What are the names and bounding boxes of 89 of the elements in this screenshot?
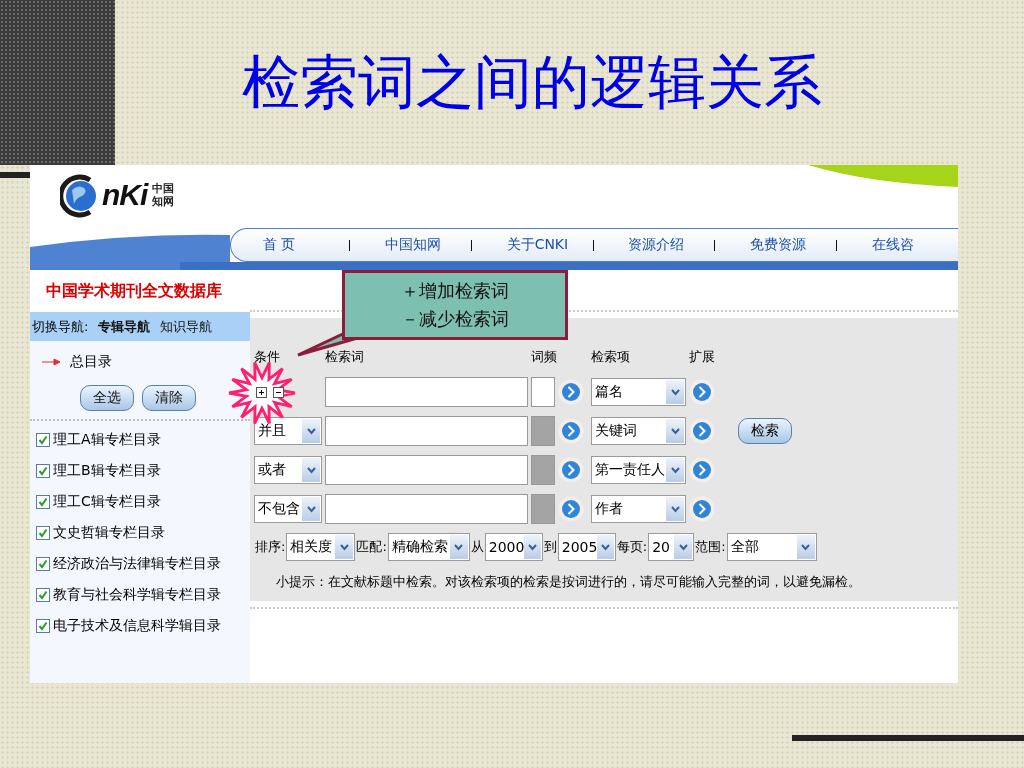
checkbox[interactable]: [36, 557, 50, 571]
arrow-circle-icon[interactable]: [689, 418, 715, 444]
chevron-icon: [524, 535, 541, 559]
sidebar-button[interactable]: 全选: [80, 385, 134, 411]
checkbox-label: 教育与社会科学辑专栏目录: [53, 586, 221, 604]
nav-link[interactable]: 首 页: [263, 236, 349, 254]
arrow-circle-icon[interactable]: [558, 496, 584, 522]
condition-select[interactable]: 不包含: [254, 495, 322, 523]
condition-select[interactable]: 并且: [254, 417, 322, 445]
search-term-field[interactable]: [325, 416, 528, 446]
column-header: 条件: [254, 348, 281, 366]
nav-link[interactable]: 中国知网: [384, 236, 471, 254]
frequency-field[interactable]: [531, 377, 555, 407]
callout-text: ＋增加检索词: [401, 279, 509, 303]
checkbox[interactable]: [36, 495, 50, 509]
chevron-icon: [666, 497, 684, 521]
chevron-icon: [796, 535, 815, 559]
chevron-icon: [666, 419, 684, 443]
chevron-icon: [302, 458, 320, 482]
option-label: 到: [542, 538, 558, 556]
column-header: 词频: [531, 348, 558, 366]
nav-link[interactable]: 资源介绍: [628, 236, 715, 254]
option-select[interactable]: 精确检索: [387, 533, 470, 561]
callout-text: －减少检索词: [401, 307, 509, 331]
arrow-circle-icon[interactable]: [689, 496, 715, 522]
chevron-icon: [666, 380, 684, 404]
option-label: 匹配:: [355, 538, 388, 556]
logo-text: nKi: [102, 178, 148, 212]
checkbox[interactable]: [36, 526, 50, 540]
arrow-circle-icon[interactable]: [689, 457, 715, 483]
arrow-circle-icon[interactable]: [558, 418, 584, 444]
arrow-circle-icon[interactable]: [558, 379, 584, 405]
chevron-icon: [597, 535, 614, 559]
column-header: 检索词: [325, 348, 365, 366]
decorative-bar: [0, 172, 30, 178]
column-header: 检索项: [591, 348, 631, 366]
field-select[interactable]: 篇名: [591, 378, 686, 406]
nav-switch-link[interactable]: 知识导航: [160, 317, 213, 336]
checkbox-label: 理工B辑专栏目录: [53, 462, 161, 480]
option-select[interactable]: 相关度: [286, 533, 356, 561]
chevron-icon: [335, 535, 354, 559]
checkbox-label: 理工A辑专栏目录: [53, 431, 161, 449]
checkbox[interactable]: [36, 619, 50, 633]
option-select[interactable]: 2000: [484, 533, 543, 561]
field-select[interactable]: 关键词: [591, 417, 686, 445]
chevron-icon: [302, 497, 320, 521]
option-label: 范围:: [694, 538, 727, 556]
chevron-icon: [302, 419, 320, 443]
logo-text: 中国: [152, 182, 175, 195]
arrow-circle-icon[interactable]: [689, 379, 715, 405]
checkbox[interactable]: [36, 464, 50, 478]
nav-link[interactable]: 关于CNKI: [506, 236, 593, 254]
switch-label: 切换导航:: [32, 317, 89, 336]
chevron-icon: [449, 535, 468, 559]
search-term-field[interactable]: [325, 455, 528, 485]
condition-select[interactable]: 或者: [254, 456, 322, 484]
column-header: 扩展: [689, 348, 716, 366]
option-select[interactable]: 20: [648, 533, 695, 561]
nav-link[interactable]: 在线咨: [872, 236, 958, 254]
sidebar-button[interactable]: 清除: [142, 385, 196, 411]
checkbox[interactable]: [36, 433, 50, 447]
checkbox-label: 理工C辑专栏目录: [53, 493, 161, 511]
slide-title: 检索词之间的逻辑关系: [242, 46, 822, 118]
field-select[interactable]: 第一责任人: [591, 456, 686, 484]
field-select[interactable]: 作者: [591, 495, 686, 523]
search-button[interactable]: 检索: [738, 418, 792, 444]
hint-text: 小提示：在文献标题中检索。对该检索项的检索是按词进行的，请尽可能输入完整的词，以避免漏检。: [275, 573, 862, 591]
logo-text: 知网: [152, 195, 175, 208]
checkbox-label: 文史哲辑专栏目录: [53, 524, 165, 542]
tree-root-link[interactable]: 总目录: [70, 353, 112, 371]
option-select[interactable]: 全部: [726, 533, 817, 561]
option-label: 排序:: [254, 538, 287, 556]
checkbox[interactable]: [36, 588, 50, 602]
database-title: 中国学术期刊全文数据库: [46, 280, 222, 302]
chevron-icon: [666, 458, 684, 482]
option-label: 从: [469, 538, 485, 556]
nav-switch-link[interactable]: 专辑导航: [98, 317, 151, 336]
nav-link[interactable]: 免费资源: [750, 236, 837, 254]
arrow-icon: [42, 358, 62, 366]
chevron-icon: [674, 535, 693, 559]
option-label: 每页:: [615, 538, 649, 556]
checkbox-label: 经济政治与法律辑专栏目录: [53, 555, 221, 573]
option-select[interactable]: 2005: [557, 533, 616, 561]
checkbox-label: 电子技术及信息科学辑目录: [53, 617, 221, 635]
minus-icon[interactable]: [273, 386, 284, 398]
search-term-field[interactable]: [325, 494, 528, 524]
arrow-circle-icon[interactable]: [558, 457, 584, 483]
search-term-field[interactable]: [325, 377, 528, 407]
plus-icon[interactable]: [256, 386, 267, 398]
